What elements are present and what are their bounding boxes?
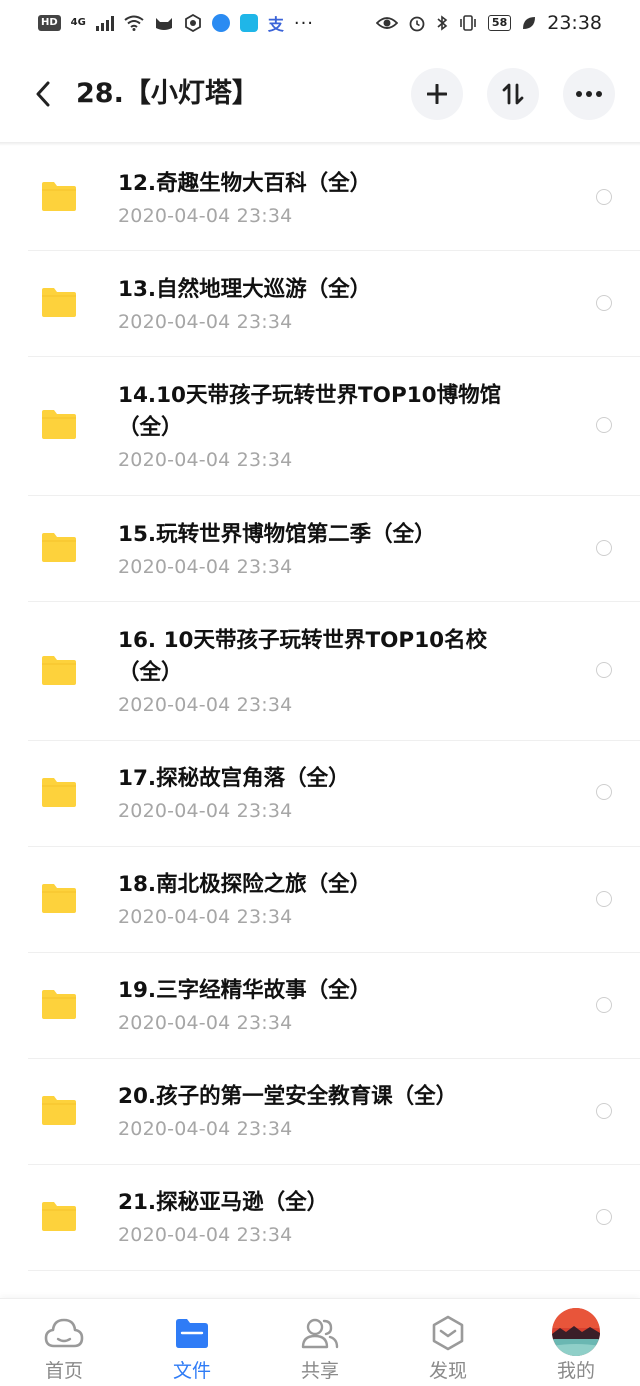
- chevron-left-icon: [36, 81, 50, 107]
- sort-icon: [502, 83, 524, 105]
- file-date: 2020-04-04 23:34: [118, 205, 293, 227]
- plus-icon: [427, 84, 447, 104]
- file-name: 13.自然地理大巡游（全）: [118, 277, 372, 302]
- bluetooth-icon: [437, 15, 448, 31]
- select-checkbox[interactable]: [596, 997, 612, 1013]
- file-date: 2020-04-04 23:34: [118, 800, 293, 822]
- select-checkbox[interactable]: [596, 189, 612, 205]
- file-name: 19.三字经精华故事（全）: [118, 978, 372, 1003]
- file-name: 17.探秘故宫角落（全）: [118, 766, 350, 791]
- alipay-icon: 支: [267, 15, 284, 34]
- folder-icon: [42, 533, 76, 562]
- list-item[interactable]: 19.三字经精华故事（全） 2020-04-04 23:34: [0, 953, 640, 1059]
- list-item[interactable]: 18.南北极探险之旅（全） 2020-04-04 23:34: [0, 847, 640, 953]
- nav-files[interactable]: 文件: [128, 1299, 256, 1386]
- nav-discover-label: 发现: [428, 1360, 467, 1382]
- file-date: 2020-04-04 23:34: [118, 311, 293, 333]
- select-checkbox[interactable]: [596, 540, 612, 556]
- clock: 23:38: [547, 12, 602, 34]
- page-title: 28.【小灯塔】: [76, 78, 259, 109]
- folder-icon: [42, 182, 76, 211]
- folder-icon: [42, 778, 76, 807]
- nav-files-label: 文件: [172, 1360, 211, 1382]
- back-button[interactable]: [26, 74, 60, 114]
- nav-home-label: 首页: [44, 1360, 83, 1382]
- avatar: [552, 1308, 600, 1356]
- bottom-nav: 首页 文件 共享 发现 我的: [0, 1298, 640, 1386]
- select-checkbox[interactable]: [596, 1209, 612, 1225]
- select-checkbox[interactable]: [596, 1103, 612, 1119]
- folder-icon: [42, 1096, 76, 1125]
- folder-icon: [42, 656, 76, 685]
- file-date: 2020-04-04 23:34: [118, 1012, 293, 1034]
- folder-icon: [42, 288, 76, 317]
- cat-icon: [155, 18, 172, 30]
- add-button[interactable]: [411, 68, 463, 120]
- status-bar-left: HD 4G 支 ···: [38, 11, 314, 35]
- select-checkbox[interactable]: [596, 295, 612, 311]
- folder-icon: [172, 1313, 212, 1353]
- eye-icon: [375, 17, 398, 29]
- folder-icon: [42, 990, 76, 1019]
- list-item[interactable]: 15.玩转世界博物馆第二季（全） 2020-04-04 23:34: [0, 496, 640, 602]
- list-item[interactable]: 20.孩子的第一堂安全教育课（全） 2020-04-04 23:34: [0, 1059, 640, 1165]
- list-item[interactable]: 13.自然地理大巡游（全） 2020-04-04 23:34: [0, 251, 640, 357]
- file-date: 2020-04-04 23:34: [118, 1118, 293, 1140]
- file-name: 18.南北极探险之旅（全）: [118, 872, 372, 897]
- file-name: 12.奇趣生物大百科（全）: [118, 171, 372, 196]
- file-name: 14.10天带孩子玩转世界TOP10博物馆（全）: [118, 383, 502, 440]
- people-icon: [300, 1313, 340, 1353]
- more-horizontal-icon: [576, 91, 602, 97]
- file-name: 15.玩转世界博物馆第二季（全）: [118, 522, 436, 547]
- select-checkbox[interactable]: [596, 662, 612, 678]
- folder-icon: [42, 410, 76, 439]
- file-name: 20.孩子的第一堂安全教育课（全）: [118, 1084, 458, 1109]
- hd-badge: HD: [38, 15, 61, 31]
- blue-app-icon: [211, 14, 230, 32]
- list-item[interactable]: 17.探秘故宫角落（全） 2020-04-04 23:34: [0, 741, 640, 847]
- list-item[interactable]: 16. 10天带孩子玩转世界TOP10名校（全） 2020-04-04 23:3…: [0, 602, 640, 741]
- nav-home[interactable]: 首页: [0, 1299, 128, 1386]
- file-date: 2020-04-04 23:34: [118, 449, 293, 471]
- divider: [28, 1270, 640, 1271]
- select-checkbox[interactable]: [596, 891, 612, 907]
- cloud-icon: [44, 1313, 84, 1353]
- nav-discover[interactable]: 发现: [384, 1299, 512, 1386]
- vibrate-icon: [460, 15, 476, 31]
- discover-icon: [428, 1313, 468, 1353]
- file-name: 16. 10天带孩子玩转世界TOP10名校（全）: [118, 628, 488, 685]
- folder-icon: [42, 1202, 76, 1231]
- nav-share-label: 共享: [300, 1360, 339, 1382]
- network-type: 4G: [70, 17, 86, 28]
- list-item[interactable]: 12.奇趣生物大百科（全） 2020-04-04 23:34: [0, 146, 640, 251]
- select-checkbox[interactable]: [596, 784, 612, 800]
- sort-button[interactable]: [487, 68, 539, 120]
- cyan-app-icon: [239, 14, 258, 32]
- header: 28.【小灯塔】: [0, 62, 640, 126]
- alarm-icon: [409, 16, 425, 32]
- battery-icon: 58: [487, 15, 512, 31]
- list-item[interactable]: 14.10天带孩子玩转世界TOP10博物馆（全） 2020-04-04 23:3…: [0, 357, 640, 496]
- status-bar: HD 4G 支 ··· 58 23:38: [0, 0, 640, 46]
- file-date: 2020-04-04 23:34: [118, 906, 293, 928]
- signal-icon: [95, 15, 114, 31]
- file-date: 2020-04-04 23:34: [118, 694, 293, 716]
- nav-me-label: 我的: [556, 1360, 595, 1382]
- leaf-icon: [523, 17, 536, 29]
- wifi-icon: [124, 15, 144, 31]
- file-name: 21.探秘亚马逊（全）: [118, 1190, 329, 1215]
- file-date: 2020-04-04 23:34: [118, 1224, 293, 1246]
- nav-me[interactable]: 我的: [512, 1299, 640, 1386]
- more-button[interactable]: [563, 68, 615, 120]
- status-bar-right: 58 23:38: [375, 12, 602, 34]
- select-checkbox[interactable]: [596, 417, 612, 433]
- hexagon-app-icon: [184, 14, 201, 32]
- folder-icon: [42, 884, 76, 913]
- file-date: 2020-04-04 23:34: [118, 556, 293, 578]
- list-item[interactable]: 21.探秘亚马逊（全） 2020-04-04 23:34: [0, 1165, 640, 1271]
- more-notifications: ···: [293, 12, 315, 34]
- nav-share[interactable]: 共享: [256, 1299, 384, 1386]
